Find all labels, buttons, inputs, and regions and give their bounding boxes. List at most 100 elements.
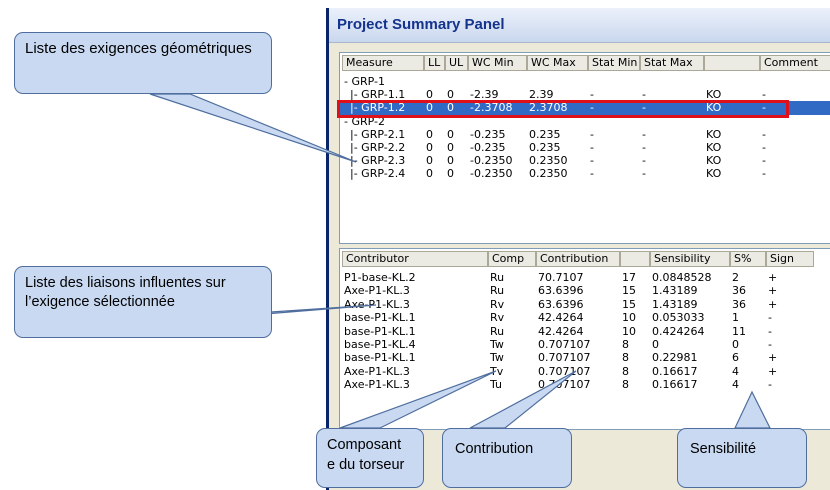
cell: 0 bbox=[426, 154, 433, 168]
contributor-header-2[interactable]: Contribution bbox=[536, 251, 620, 267]
cell: Ru bbox=[490, 324, 505, 338]
cell: 0 bbox=[426, 167, 433, 181]
cell: 0 bbox=[447, 167, 454, 181]
window-title: Project Summary Panel bbox=[337, 16, 505, 33]
contributor-row[interactable]: P1-base-KL.2 Ru 70.7107 17 0.0848528 2 + bbox=[340, 271, 830, 285]
measure-header-6[interactable]: Stat Max bbox=[640, 55, 704, 71]
contributor-row[interactable]: Axe-P1-KL.3 Tu 0.707107 8 0.16617 4 - bbox=[340, 378, 830, 392]
cell: 10 bbox=[622, 324, 636, 338]
measure-header-1[interactable]: LL bbox=[424, 55, 445, 71]
callout-links: Liste des liaisons influentes sur l’exig… bbox=[14, 266, 272, 338]
cell: 0.16617 bbox=[652, 364, 698, 378]
cell: Axe-P1-KL.3 bbox=[344, 284, 410, 298]
cell: - bbox=[768, 338, 772, 351]
contributor-header-0[interactable]: Contributor bbox=[342, 251, 488, 267]
cell: 1.43189 bbox=[652, 297, 698, 311]
cell: 0.053033 bbox=[652, 311, 705, 325]
cell: 0.235 bbox=[529, 141, 561, 154]
measure-header-2[interactable]: UL bbox=[445, 55, 468, 71]
contributor-table[interactable]: Contributor Comp Contribution Sensibility S%… bbox=[339, 248, 830, 430]
measure-header-7[interactable] bbox=[704, 55, 760, 71]
cell: Axe-P1-KL.3 bbox=[344, 364, 410, 378]
cell: 6 bbox=[732, 351, 739, 365]
measure-header-4[interactable]: WC Max bbox=[527, 55, 588, 71]
cell: 8 bbox=[622, 338, 629, 351]
contributor-header-5[interactable]: S% bbox=[730, 251, 766, 267]
contributor-row[interactable]: base-P1-KL.1 Rv 42.4264 10 0.053033 1 - bbox=[340, 311, 830, 325]
measure-header-3[interactable]: WC Min bbox=[468, 55, 527, 71]
cell: 0.707107 bbox=[538, 364, 591, 378]
cell: 1.43189 bbox=[652, 284, 698, 298]
contributor-row[interactable]: base-P1-KL.1 Ru 42.4264 10 0.424264 11 - bbox=[340, 325, 830, 339]
cell: KO bbox=[706, 141, 722, 154]
contributor-row[interactable]: base-P1-KL.1 Tw 0.707107 8 0.22981 6 + bbox=[340, 351, 830, 365]
cell: base-P1-KL.1 bbox=[344, 351, 416, 365]
cell: 0 bbox=[652, 338, 659, 351]
cell: Tv bbox=[490, 364, 504, 378]
cell: - bbox=[762, 141, 766, 154]
measure-header-0[interactable]: Measure bbox=[342, 55, 424, 71]
cell: Ru bbox=[490, 284, 505, 298]
measure-row[interactable]: - GRP-1 bbox=[340, 75, 830, 89]
measure-table[interactable]: Measure LL UL WC Min WC Max Stat Min Stat Max C… bbox=[339, 52, 830, 244]
measure-header-8[interactable]: Comment bbox=[760, 55, 830, 71]
measure-row[interactable]: |- GRP-2.4 0 0 -0.2350 0.2350 - - KO - bbox=[340, 167, 830, 181]
cell: Tw bbox=[490, 338, 504, 351]
cell: + bbox=[768, 271, 778, 284]
callout-sensibility: Sensibilité bbox=[677, 428, 807, 488]
cell: 0.2350 bbox=[529, 167, 568, 181]
cell: 42.4264 bbox=[538, 311, 584, 325]
cell: |- GRP-2.2 bbox=[350, 141, 406, 154]
cell: base-P1-KL.1 bbox=[344, 324, 416, 338]
cell: |- GRP-2.3 bbox=[350, 154, 406, 168]
contributor-header-1[interactable]: Comp bbox=[488, 251, 536, 267]
cell: 15 bbox=[622, 284, 636, 298]
cell: 0 bbox=[426, 141, 433, 154]
cell: 0 bbox=[447, 127, 454, 141]
cell: |- GRP-2.1 bbox=[350, 127, 406, 141]
cell: 63.6396 bbox=[538, 284, 584, 298]
contributor-row[interactable]: Axe-P1-KL.3 Tv 0.707107 8 0.16617 4 + bbox=[340, 365, 830, 379]
cell: 10 bbox=[622, 311, 636, 325]
selected-row-highlight bbox=[337, 100, 789, 118]
contributor-header-6[interactable]: Sign bbox=[766, 251, 814, 267]
cell: 17 bbox=[622, 271, 636, 284]
cell: 1 bbox=[732, 311, 739, 325]
cell: 8 bbox=[622, 364, 629, 378]
measure-header-5[interactable]: Stat Min bbox=[588, 55, 640, 71]
cell: + bbox=[768, 297, 778, 311]
cell: |- GRP-2.4 bbox=[350, 167, 406, 181]
cell: 42.4264 bbox=[538, 324, 584, 338]
contributor-header-4[interactable]: Sensibility bbox=[650, 251, 730, 267]
cell: - bbox=[590, 127, 594, 141]
cell: 0.424264 bbox=[652, 324, 705, 338]
cell: 0.2350 bbox=[529, 154, 568, 168]
cell: - bbox=[590, 167, 594, 181]
cell: 36 bbox=[732, 284, 746, 298]
measure-row[interactable]: |- GRP-2.3 0 0 -0.2350 0.2350 - - KO - bbox=[340, 154, 830, 168]
measure-row[interactable]: |- GRP-2.2 0 0 -0.235 0.235 - - KO - bbox=[340, 141, 830, 155]
cell: - bbox=[590, 154, 594, 168]
contributor-header-3[interactable] bbox=[620, 251, 650, 267]
cell: 0.235 bbox=[529, 127, 561, 141]
cell: Rv bbox=[490, 311, 505, 325]
cell: 0.16617 bbox=[652, 378, 698, 392]
cell: P1-base-KL.2 bbox=[344, 271, 416, 284]
cell: Tw bbox=[490, 351, 504, 365]
cell: 0 bbox=[732, 338, 739, 351]
cell: - bbox=[768, 378, 772, 392]
cell: 70.7107 bbox=[538, 271, 584, 284]
measure-row[interactable]: |- GRP-2.1 0 0 -0.235 0.235 - - KO - bbox=[340, 128, 830, 142]
cell: - bbox=[590, 141, 594, 154]
cell: - bbox=[768, 311, 772, 325]
cell: 36 bbox=[732, 297, 746, 311]
cell: + bbox=[768, 351, 778, 365]
contributor-row[interactable]: Axe-P1-KL.3 Rv 63.6396 15 1.43189 36 + bbox=[340, 298, 830, 312]
cell: 0 bbox=[447, 154, 454, 168]
cell: + bbox=[768, 364, 778, 378]
contributor-row[interactable]: base-P1-KL.4 Tw 0.707107 8 0 0 - bbox=[340, 338, 830, 352]
cell: -0.235 bbox=[470, 141, 506, 154]
cell: + bbox=[768, 284, 778, 298]
cell: - bbox=[768, 324, 772, 338]
contributor-row[interactable]: Axe-P1-KL.3 Ru 63.6396 15 1.43189 36 + bbox=[340, 284, 830, 298]
